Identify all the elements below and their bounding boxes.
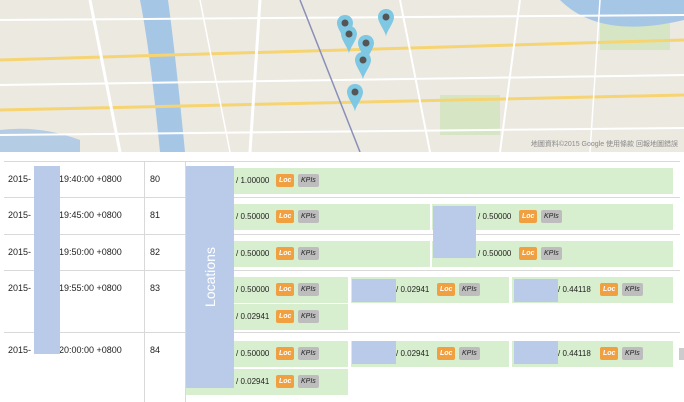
entry-value: / 1.00000: [236, 176, 270, 185]
map-view[interactable]: 地圖資料©2015 Google 使用條款 回報地圖錯誤: [0, 0, 684, 152]
row-id: 84: [150, 345, 161, 355]
entry-value: / 0.02941: [396, 349, 430, 358]
time-value: 19:55:00 +0800: [59, 283, 122, 293]
loc-tag[interactable]: Loc: [276, 174, 295, 187]
kpis-tag[interactable]: KPIs: [298, 174, 319, 187]
id-cell: 84: [144, 333, 186, 402]
kpis-tag[interactable]: KPIs: [298, 347, 319, 360]
redaction-block: [433, 206, 476, 258]
kpis-tag[interactable]: KPIs: [298, 283, 319, 296]
redaction-block: [352, 279, 396, 302]
kpis-tag[interactable]: KPIs: [298, 375, 319, 388]
id-cell: 80: [144, 162, 186, 198]
map-pin-icon[interactable]: [377, 8, 395, 38]
kpis-tag[interactable]: KPIs: [622, 347, 643, 360]
scrollbar[interactable]: [679, 348, 684, 360]
data-table: 2015- 19:40:00 +0800 80 / 1.00000 Loc KP…: [0, 156, 684, 402]
row-id: 81: [150, 210, 161, 220]
kpis-tag[interactable]: KPIs: [541, 247, 562, 260]
loc-tag[interactable]: Loc: [519, 247, 538, 260]
loc-tag[interactable]: Loc: [276, 347, 295, 360]
map-pin-icon[interactable]: [354, 51, 372, 81]
loc-tag[interactable]: Loc: [276, 210, 295, 223]
kpis-tag[interactable]: KPIs: [622, 283, 643, 296]
row-id: 83: [150, 283, 161, 293]
table-row: 2015- 20:00:00 +0800 84 / 0.50000 Loc KP…: [4, 332, 680, 402]
time-year: 2015-: [8, 283, 32, 293]
time-year: 2015-: [8, 210, 32, 220]
loc-tag[interactable]: Loc: [276, 375, 295, 388]
entry-value: / 0.02941: [236, 312, 270, 321]
kpis-tag[interactable]: KPIs: [298, 310, 319, 323]
row-id: 82: [150, 247, 161, 257]
entry-value: / 0.44118: [558, 349, 591, 358]
kpis-tag[interactable]: KPIs: [459, 283, 480, 296]
entry-value: / 0.50000: [478, 249, 512, 258]
time-value: 19:40:00 +0800: [59, 174, 122, 184]
table-row: 2015- 19:45:00 +0800 81 / 0.50000 Loc KP…: [4, 197, 680, 235]
time-cell: 2015- 19:45:00 +0800: [4, 198, 145, 235]
map-pin-icon[interactable]: [346, 83, 364, 113]
time-year: 2015-: [8, 247, 32, 257]
row-id: 80: [150, 174, 161, 184]
table-row: 2015- 19:50:00 +0800 82 / 0.50000 Loc KP…: [4, 234, 680, 271]
id-cell: 81: [144, 198, 186, 235]
kpis-tag[interactable]: KPIs: [298, 247, 319, 260]
loc-tag[interactable]: Loc: [437, 347, 456, 360]
loc-tag[interactable]: Loc: [600, 347, 619, 360]
entry-value: / 0.02941: [396, 285, 430, 294]
entry-value: / 0.50000: [236, 349, 270, 358]
kpis-tag[interactable]: KPIs: [298, 210, 319, 223]
entry-value: / 0.50000: [478, 212, 512, 221]
locations-column: Locations: [186, 166, 234, 388]
time-cell: 2015- 20:00:00 +0800: [4, 333, 145, 402]
kpis-tag[interactable]: KPIs: [459, 347, 480, 360]
time-cell: 2015- 19:50:00 +0800: [4, 235, 145, 271]
entry-value: / 0.50000: [236, 285, 270, 294]
loc-tag[interactable]: Loc: [276, 310, 295, 323]
time-value: 20:00:00 +0800: [59, 345, 122, 355]
loc-tag[interactable]: Loc: [600, 283, 619, 296]
id-cell: 83: [144, 271, 186, 333]
entry-value: / 0.02941: [236, 377, 270, 386]
time-year: 2015-: [8, 174, 32, 184]
id-cell: 82: [144, 235, 186, 271]
time-cell: 2015- 19:40:00 +0800: [4, 162, 145, 198]
loc-tag[interactable]: Loc: [437, 283, 456, 296]
locations-label: Locations: [202, 247, 218, 307]
loc-tag[interactable]: Loc: [519, 210, 538, 223]
loc-tag[interactable]: Loc: [276, 247, 295, 260]
kpis-tag[interactable]: KPIs: [541, 210, 562, 223]
redaction-block: [514, 279, 558, 302]
entry-bar: / 1.00000 Loc KPIs: [186, 168, 673, 194]
map-attribution[interactable]: 地圖資料©2015 Google 使用條款 回報地圖錯誤: [531, 139, 678, 149]
entry-value: / 0.50000: [236, 249, 270, 258]
time-year: 2015-: [8, 345, 32, 355]
loc-tag[interactable]: Loc: [276, 283, 295, 296]
redaction-block: [34, 166, 60, 354]
time-cell: 2015- 19:55:00 +0800: [4, 271, 145, 333]
table-row: 2015- 19:55:00 +0800 83 / 0.50000 Loc KP…: [4, 270, 680, 333]
entry-value: / 0.44118: [558, 285, 591, 294]
redaction-block: [514, 341, 558, 364]
time-value: 19:45:00 +0800: [59, 210, 122, 220]
time-value: 19:50:00 +0800: [59, 247, 122, 257]
entry-value: / 0.50000: [236, 212, 270, 221]
redaction-block: [352, 341, 396, 364]
table-row: 2015- 19:40:00 +0800 80 / 1.00000 Loc KP…: [4, 161, 680, 198]
